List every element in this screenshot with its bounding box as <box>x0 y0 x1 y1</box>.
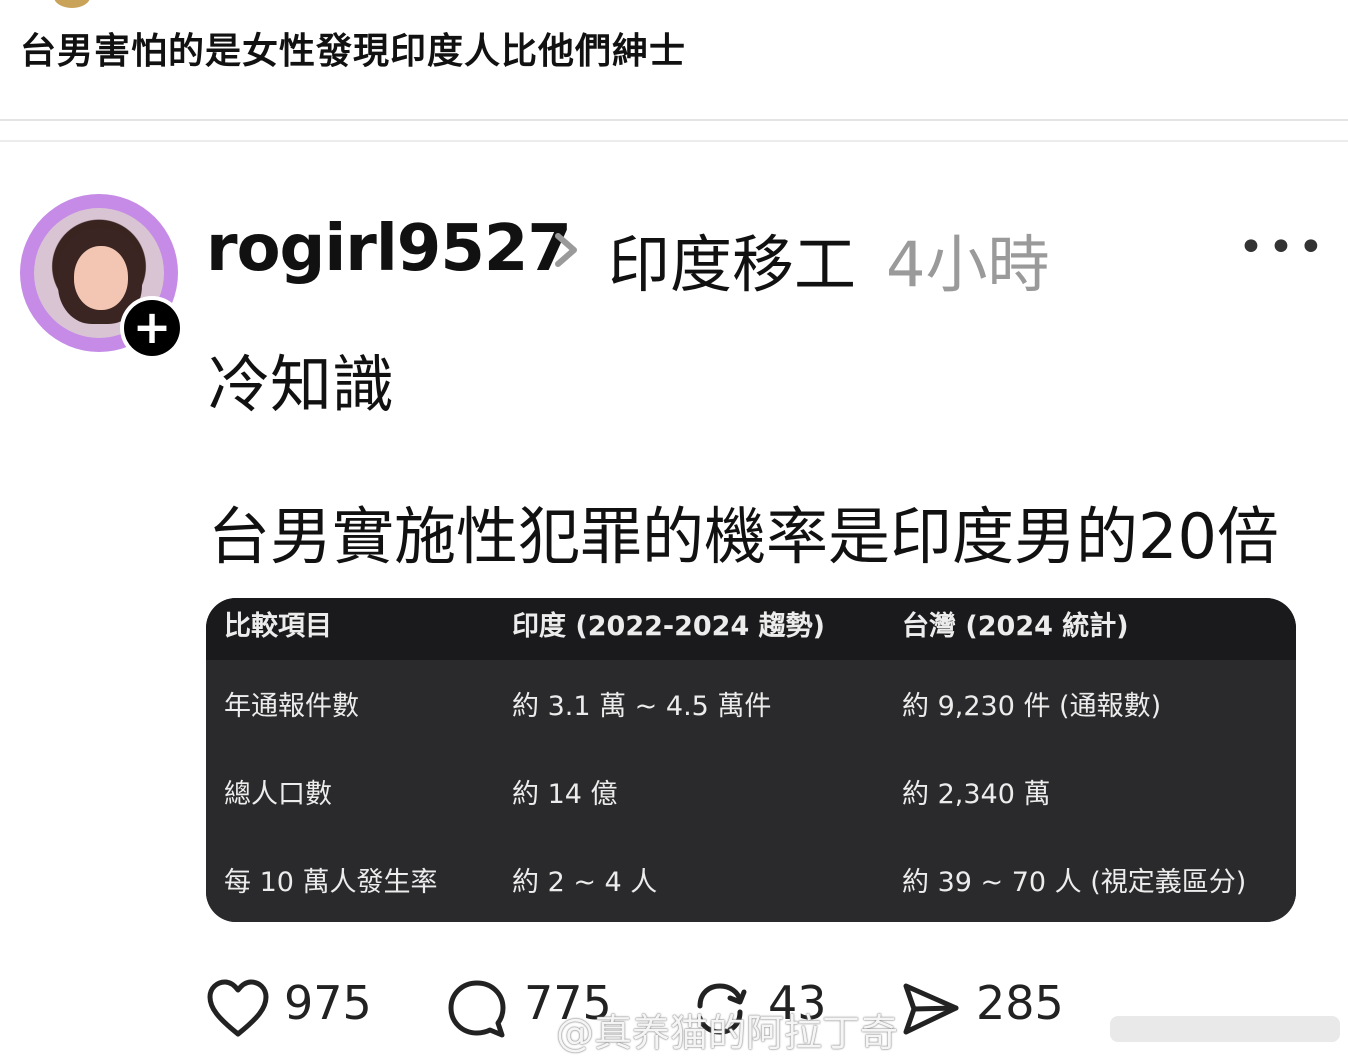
banner-avatar-fragment <box>54 0 90 8</box>
like-count: 975 <box>284 976 372 1030</box>
divider <box>0 119 1348 121</box>
divider <box>0 140 1348 142</box>
table-cell: 年通報件數 <box>224 691 359 722</box>
table-cell: 約 2 ~ 4 人 <box>512 867 658 898</box>
action-bar: 975 775 43 285 @真养猫的阿拉丁奇 <box>0 972 1348 1055</box>
comment-icon[interactable] <box>446 978 508 1040</box>
more-options-button[interactable]: ••• <box>1238 222 1328 273</box>
table-row: 年通報件數 約 3.1 萬 ~ 4.5 萬件 約 9,230 件 (通報數) <box>206 660 1296 746</box>
post-timestamp: 4小時 <box>886 228 1050 301</box>
table-row: 總人口數 約 14 億 約 2,340 萬 <box>206 746 1296 834</box>
plus-icon: + <box>124 300 180 356</box>
table-cell: 總人口數 <box>224 779 332 810</box>
table-header-cell: 台灣 (2024 統計) <box>902 611 1129 642</box>
avatar-face <box>74 246 128 310</box>
follow-button[interactable]: + <box>120 296 184 360</box>
table-header-cell: 比較項目 <box>224 611 332 642</box>
share-count: 285 <box>976 976 1064 1030</box>
post-text-line: 冷知識 <box>208 348 395 421</box>
top-banner: 台男害怕的是女性發現印度人比他們紳士 <box>0 0 1348 120</box>
table-cell: 約 9,230 件 (通報數) <box>902 691 1162 722</box>
table-cell: 約 14 億 <box>512 779 618 810</box>
chevron-right-icon <box>555 233 577 267</box>
table-cell: 每 10 萬人發生率 <box>224 867 438 898</box>
table-cell: 約 39 ~ 70 人 (視定義區分) <box>902 867 1247 898</box>
page-title: 台男害怕的是女性發現印度人比他們紳士 <box>20 31 687 72</box>
table-header-row: 比較項目 印度 (2022-2024 趨勢) 台灣 (2024 統計) <box>206 598 1296 660</box>
post-text-line: 台男實施性犯罪的機率是印度男的20倍 <box>208 500 1279 573</box>
table-cell: 約 2,340 萬 <box>902 779 1051 810</box>
comparison-table-image[interactable]: 比較項目 印度 (2022-2024 趨勢) 台灣 (2024 統計) 年通報件… <box>206 598 1296 922</box>
watermark: @真养猫的阿拉丁奇 <box>556 1011 899 1055</box>
table-header-cell: 印度 (2022-2024 趨勢) <box>512 611 825 642</box>
table-row: 每 10 萬人發生率 約 2 ~ 4 人 約 39 ~ 70 人 (視定義區分) <box>206 834 1296 922</box>
share-icon[interactable] <box>900 978 962 1040</box>
table-cell: 約 3.1 萬 ~ 4.5 萬件 <box>512 691 772 722</box>
heart-icon[interactable] <box>206 978 270 1040</box>
blurred-area <box>1110 1016 1340 1042</box>
topic-link[interactable]: 印度移工 <box>608 214 856 304</box>
username-link[interactable]: rogirl9527 <box>206 212 572 286</box>
